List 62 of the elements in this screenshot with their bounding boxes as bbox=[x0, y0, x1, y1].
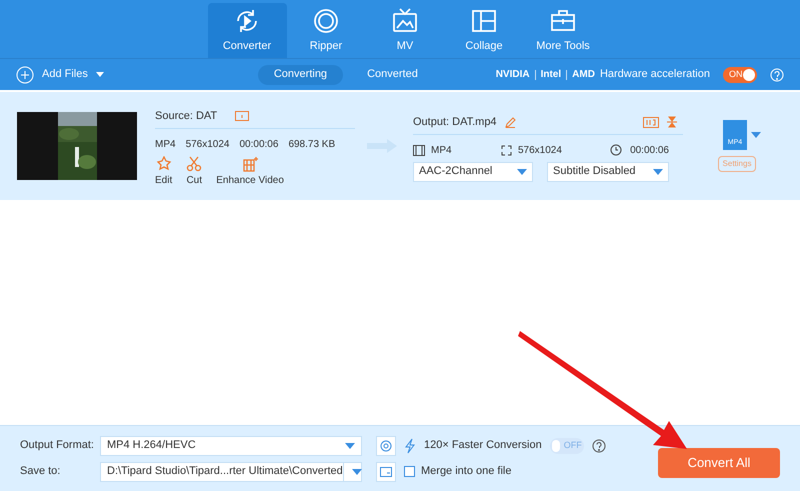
compress-icon[interactable] bbox=[667, 116, 677, 128]
toggle-switch[interactable]: OFF bbox=[550, 438, 584, 454]
gear-icon bbox=[380, 440, 392, 452]
disc-icon bbox=[312, 6, 340, 35]
open-folder-button[interactable] bbox=[376, 462, 396, 482]
save-path-dropdown[interactable]: D:\Tipard Studio\Tipard...rter Ultimate\Converted bbox=[100, 462, 362, 482]
format-text: MP4 bbox=[155, 138, 176, 152]
faster-conversion-label: 120× Faster Conversion bbox=[424, 438, 542, 454]
film-icon bbox=[413, 144, 425, 156]
caret-icon bbox=[96, 72, 104, 77]
settings-button[interactable]: Settings bbox=[718, 156, 756, 172]
film-sparkle-icon bbox=[242, 156, 258, 172]
caret-icon bbox=[352, 468, 362, 474]
star-wand-icon bbox=[156, 156, 172, 172]
gpu-label: NVIDIA bbox=[496, 68, 530, 82]
scissors-icon bbox=[186, 156, 202, 172]
output-format-dropdown[interactable]: MP4 H.264/HEVC bbox=[100, 436, 362, 456]
gpu-label: Intel bbox=[540, 68, 562, 82]
output-label: Output: DAT.mp4 bbox=[413, 114, 497, 130]
caret-icon bbox=[653, 168, 663, 174]
checkbox[interactable] bbox=[404, 466, 415, 477]
resolution-text: 576x1024 bbox=[186, 138, 230, 152]
resolution-text: 576x1024 bbox=[518, 144, 563, 158]
convert-all-button[interactable]: Convert All bbox=[658, 448, 780, 478]
caret-icon bbox=[345, 442, 355, 448]
lightning-icon bbox=[404, 438, 416, 454]
pencil-icon[interactable] bbox=[504, 116, 516, 128]
action-button[interactable]: Enhance Video bbox=[216, 156, 284, 188]
view-tab[interactable]: Converting bbox=[258, 64, 344, 84]
folder-icon bbox=[380, 466, 392, 476]
toggle-switch[interactable]: ON bbox=[723, 66, 757, 82]
format-text: MP4 bbox=[431, 144, 453, 158]
source-label: Source: DAT bbox=[155, 108, 218, 124]
gpu-label: AMD bbox=[572, 68, 595, 82]
plus-icon bbox=[16, 66, 34, 84]
info-icon[interactable] bbox=[235, 111, 250, 121]
help-icon[interactable] bbox=[592, 438, 606, 452]
add-files-button[interactable]: Add Files bbox=[16, 66, 136, 84]
caret-icon bbox=[751, 132, 761, 138]
nav-tab[interactable]: MV bbox=[366, 3, 444, 58]
merge-label: Merge into one file bbox=[421, 464, 512, 480]
caret-icon bbox=[517, 168, 527, 174]
nav-tab[interactable]: Ripper bbox=[286, 3, 366, 58]
hardware-acceleration-label: Hardware acceleration bbox=[600, 67, 710, 82]
size-text: 698.73 KB bbox=[288, 138, 336, 152]
duration-text: 00:00:06 bbox=[240, 138, 278, 152]
tv-icon bbox=[391, 6, 419, 35]
nav-tab[interactable]: Converter bbox=[208, 3, 286, 58]
subtitle-dropdown[interactable]: Subtitle Disabled bbox=[547, 162, 669, 182]
duration-text: 00:00:06 bbox=[630, 144, 669, 158]
format-settings-button[interactable] bbox=[376, 436, 396, 456]
audio-dropdown[interactable]: AAC-2Channel bbox=[413, 162, 533, 182]
view-tab[interactable]: Converted bbox=[351, 64, 434, 84]
action-button[interactable]: Edit bbox=[155, 156, 172, 188]
action-button[interactable]: Cut bbox=[186, 156, 202, 188]
nav-tab[interactable]: Collage bbox=[444, 3, 524, 58]
nav-tab[interactable]: More Tools bbox=[524, 3, 602, 58]
save-to-label: Save to: bbox=[20, 464, 62, 480]
clock-icon bbox=[610, 144, 622, 156]
expand-icon bbox=[501, 144, 512, 156]
output-format-label: Output Format: bbox=[20, 438, 92, 454]
id3-icon[interactable] bbox=[643, 116, 659, 128]
